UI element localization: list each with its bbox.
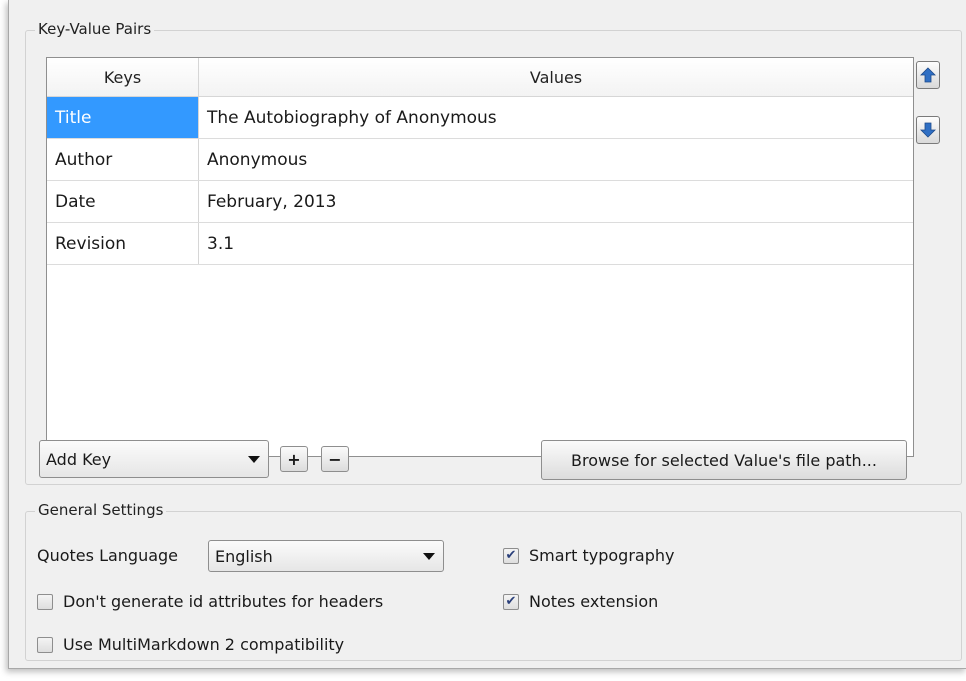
value-cell[interactable]: The Autobiography of Anonymous [199, 97, 913, 138]
general-settings-title: General Settings [35, 501, 167, 519]
key-cell[interactable]: Author [47, 139, 199, 180]
table-row[interactable]: Date February, 2013 [47, 181, 913, 223]
key-cell[interactable]: Title [47, 97, 199, 138]
table-row[interactable]: Author Anonymous [47, 139, 913, 181]
smart-typography-label: Smart typography [529, 546, 675, 565]
add-key-combo-value: Add Key [46, 449, 112, 469]
table-header: Keys Values [47, 58, 913, 97]
key-cell[interactable]: Revision [47, 223, 199, 264]
quotes-language-label: Quotes Language [37, 546, 179, 565]
smart-typography-checkbox[interactable]: ✔ [503, 548, 519, 564]
multimarkdown-checkbox[interactable] [37, 637, 53, 653]
notes-extension-checkbox[interactable]: ✔ [503, 594, 519, 610]
column-header-keys[interactable]: Keys [47, 58, 199, 96]
move-down-button[interactable] [916, 116, 940, 144]
key-value-group-title: Key-Value Pairs [35, 20, 155, 38]
chevron-down-icon [423, 553, 435, 560]
arrow-up-icon [920, 67, 936, 83]
browse-button-label: Browse for selected Value's file path... [571, 450, 877, 470]
table-row[interactable]: Title The Autobiography of Anonymous [47, 97, 913, 139]
no-id-attributes-checkbox[interactable] [37, 594, 53, 610]
add-button[interactable]: + [280, 446, 308, 472]
notes-extension-label: Notes extension [529, 592, 659, 611]
column-header-values[interactable]: Values [199, 58, 913, 96]
key-cell[interactable]: Date [47, 181, 199, 222]
key-value-table[interactable]: Keys Values Title The Autobiography of A… [46, 57, 914, 457]
value-cell[interactable]: Anonymous [199, 139, 913, 180]
chevron-down-icon [248, 456, 260, 463]
add-key-combo[interactable]: Add Key [39, 440, 269, 478]
quotes-language-value: English [215, 546, 273, 566]
plus-icon: + [287, 449, 301, 469]
arrow-down-icon [920, 122, 936, 138]
settings-panel: Key-Value Pairs Keys Values Title The Au… [8, 0, 966, 669]
value-cell[interactable]: February, 2013 [199, 181, 913, 222]
browse-file-path-button[interactable]: Browse for selected Value's file path... [541, 440, 907, 480]
minus-icon: − [328, 449, 342, 469]
remove-button[interactable]: − [321, 446, 349, 472]
table-row[interactable]: Revision 3.1 [47, 223, 913, 265]
multimarkdown-label: Use MultiMarkdown 2 compatibility [63, 635, 345, 654]
quotes-language-select[interactable]: English [208, 540, 444, 572]
no-id-attributes-label: Don't generate id attributes for headers [63, 592, 384, 611]
value-cell[interactable]: 3.1 [199, 223, 913, 264]
move-up-button[interactable] [916, 61, 940, 89]
